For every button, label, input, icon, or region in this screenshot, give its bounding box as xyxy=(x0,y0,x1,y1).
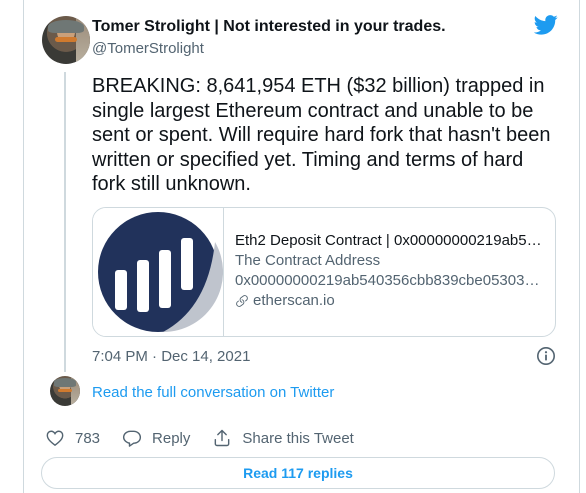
link-domain-row: etherscan.io xyxy=(235,292,545,309)
link-thumbnail xyxy=(93,208,224,336)
twitter-bird-icon[interactable] xyxy=(534,15,558,35)
link-icon xyxy=(236,294,248,307)
like-count: 783 xyxy=(75,429,101,447)
link-description: The Contract Address xyxy=(235,252,381,269)
info-icon[interactable] xyxy=(536,346,556,366)
action-bar: 783 Reply Share this Tweet xyxy=(45,428,376,448)
read-full-conversation-link[interactable]: Read the full conversation on Twitter xyxy=(92,384,334,401)
reply-label: Reply xyxy=(152,429,191,447)
author-avatar[interactable] xyxy=(42,16,90,64)
read-replies-button[interactable]: Read 117 replies xyxy=(41,457,555,489)
share-icon xyxy=(215,429,230,447)
reply-button[interactable]: Reply xyxy=(122,428,190,448)
author-name[interactable]: Tomer Strolight | Not interested in your… xyxy=(92,18,446,36)
reply-icon xyxy=(122,430,142,447)
link-info: Eth2 Deposit Contract | 0x00000000219ab5… xyxy=(235,232,545,309)
tweet-text: BREAKING: 8,641,954 ETH ($32 billion) tr… xyxy=(92,75,551,195)
share-button[interactable]: Share this Tweet xyxy=(212,428,354,448)
tweet-timestamp[interactable]: 7:04 PM · Dec 14, 2021 xyxy=(92,348,250,365)
thread-line xyxy=(64,72,66,372)
link-preview-card[interactable]: Eth2 Deposit Contract | 0x00000000219ab5… xyxy=(92,207,556,337)
link-domain: etherscan.io xyxy=(253,292,335,309)
like-button[interactable]: 783 xyxy=(45,428,100,448)
link-address: 0x00000000219ab540356cbb839cbe05303d... xyxy=(235,272,545,289)
author-handle[interactable]: @TomerStrolight xyxy=(92,40,204,57)
link-title: Eth2 Deposit Contract | 0x00000000219ab5… xyxy=(235,232,545,249)
heart-icon xyxy=(46,430,64,447)
conversation-avatar xyxy=(50,376,80,406)
share-label: Share this Tweet xyxy=(242,429,354,447)
etherscan-logo-icon xyxy=(98,212,224,332)
